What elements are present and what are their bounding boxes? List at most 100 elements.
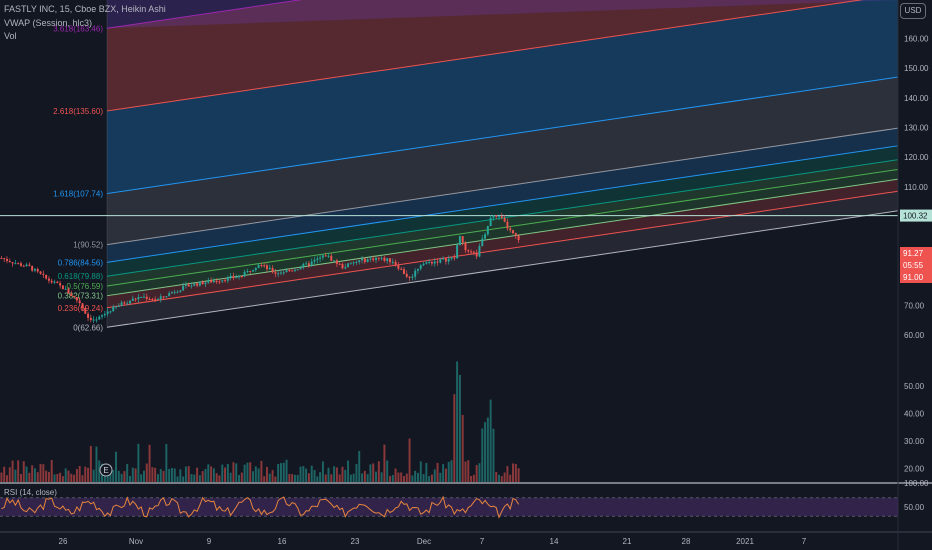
volume-bar (503, 472, 506, 482)
volume-bar (165, 443, 168, 482)
volume-bar (238, 475, 241, 482)
volume-bar (210, 466, 213, 482)
candle-body (98, 316, 101, 320)
volume-bar (495, 472, 498, 482)
volume-bar (221, 464, 224, 482)
volume-bar (81, 475, 84, 482)
candle-body (500, 216, 503, 218)
candle-body (307, 263, 310, 266)
volume-bar (156, 474, 159, 482)
volume-bar (324, 474, 327, 482)
candle-body (456, 245, 459, 259)
candle-body (0, 258, 3, 260)
time-tick-label: Dec (417, 537, 431, 546)
time-tick-label: 7 (480, 537, 485, 546)
candle-body (252, 269, 254, 272)
volume-bar (453, 394, 456, 482)
volume-bar (447, 461, 450, 482)
candle-body (109, 311, 112, 313)
candle-body (277, 273, 280, 275)
candle-body (495, 215, 498, 217)
candle-body (89, 317, 92, 320)
candle-body (95, 319, 98, 321)
price-chart[interactable]: 0(62.66) 0.236(69.24) 0.382(73.31)0.5(76.5… (0, 0, 932, 550)
rsi-tick-label: 100.00 (904, 479, 929, 488)
volume-bar (176, 476, 179, 482)
volume-bar (115, 451, 117, 482)
volume-bar (363, 470, 366, 482)
volume-bar (47, 471, 50, 482)
volume-bar (375, 471, 377, 482)
volume-bar (212, 468, 215, 482)
volume-bar (492, 428, 495, 482)
candle-body (59, 283, 62, 286)
volume-bar (327, 467, 330, 482)
candle-body (106, 311, 109, 314)
price-tag-label: 100.32 (903, 212, 928, 221)
candle-body (101, 315, 104, 317)
volume-bar (498, 474, 501, 482)
candle-body (129, 300, 131, 304)
candle-body (327, 255, 330, 257)
volume-bar (349, 474, 352, 482)
volume-bar (45, 470, 48, 482)
candle-body (375, 257, 377, 261)
candle-body (268, 267, 271, 270)
candle-body (212, 280, 215, 283)
candle-body (425, 262, 428, 264)
volume-bar (274, 476, 277, 482)
candle-body (92, 319, 95, 321)
volume-bar (229, 472, 232, 482)
volume-bar (249, 462, 252, 482)
volume-bar (291, 474, 294, 482)
candle-body (338, 263, 341, 265)
volume-bar (218, 475, 221, 482)
candle-body (36, 269, 39, 272)
volume-legend: Vol (4, 31, 17, 41)
volume-tick-label: 50.00 (904, 382, 925, 391)
candle-body (506, 221, 509, 229)
candle-body (235, 277, 238, 279)
volume-bar (400, 472, 403, 482)
candle-body (358, 260, 361, 262)
vwap-price-tag: 91.00 (900, 271, 932, 283)
volume-bar (517, 468, 520, 482)
candle-body (193, 283, 196, 286)
volume-bar (235, 463, 238, 482)
volume-bar (266, 466, 268, 482)
candle-body (369, 258, 372, 260)
volume-bar (190, 474, 193, 482)
candle-body (243, 271, 246, 277)
candle-body (397, 264, 400, 269)
currency-button[interactable]: USD (900, 3, 926, 19)
volume-bar (422, 474, 425, 482)
candle-body (75, 297, 78, 301)
candle-body (458, 236, 461, 246)
volume-bar (313, 469, 316, 482)
price-tick-label: 60.00 (904, 331, 925, 340)
candle-body (117, 305, 120, 307)
candle-body (377, 257, 380, 259)
volume-bar (148, 444, 151, 482)
volume-bar (173, 468, 176, 482)
volume-bar (154, 467, 157, 482)
candle-body (428, 261, 431, 263)
candle-body (168, 293, 171, 297)
volume-bar (341, 466, 344, 482)
time-tick-label: 23 (351, 537, 360, 546)
candle-body (271, 267, 274, 273)
volume-bar (391, 474, 394, 482)
candle-body (120, 302, 123, 306)
volume-bar (193, 474, 196, 482)
volume-bar (439, 472, 442, 482)
candle-body (73, 295, 76, 298)
candle-body (257, 265, 260, 268)
candle-body (282, 272, 285, 274)
candle-body (140, 296, 143, 298)
volume-bar (305, 468, 308, 482)
candle-body (366, 259, 369, 263)
rsi-band (0, 497, 898, 517)
candle-body (414, 270, 417, 277)
price-tick-label: 110.00 (904, 183, 928, 192)
candle-body (291, 270, 294, 272)
